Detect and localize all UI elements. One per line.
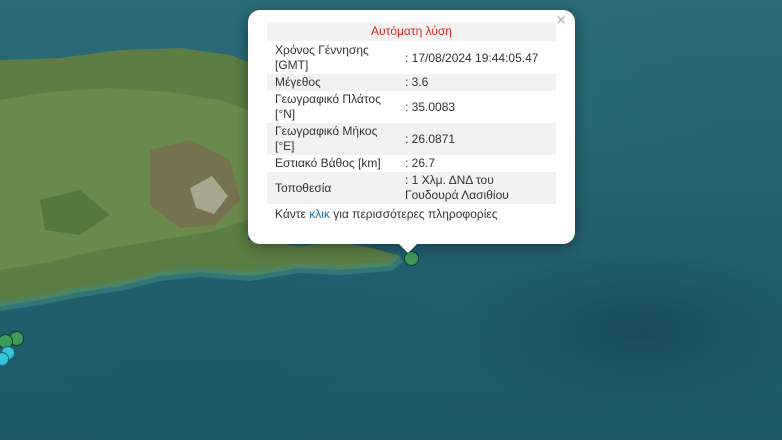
location-label: Τοποθεσία bbox=[267, 172, 405, 204]
more-info-text: Κάντε κλικ για περισσότερες πληροφορίες bbox=[267, 204, 556, 224]
close-icon[interactable]: × bbox=[552, 12, 570, 30]
depth-value: : 26.7 bbox=[405, 156, 436, 170]
more-info-link[interactable]: κλικ bbox=[309, 207, 330, 221]
row-latitude: Γεωγραφικό Πλάτος [°N] : 35.0083 bbox=[267, 91, 556, 123]
magnitude-label: Μέγεθος bbox=[267, 74, 405, 91]
origin-time-label: Χρόνος Γέννησης [GMT] bbox=[275, 43, 369, 72]
longitude-label: Γεωγραφικό Μήκος [°E] bbox=[267, 123, 405, 155]
earthquake-info-popup: × Αυτόματη λύση Χρόνος Γέννησης [GMT] : … bbox=[248, 10, 575, 244]
popup-title: Αυτόματη λύση bbox=[267, 22, 556, 41]
row-depth: Εστιακό Βάθος [km] : 26.7 bbox=[267, 155, 556, 172]
row-origin-time: Χρόνος Γέννησης [GMT] : 17/08/2024 19:44… bbox=[267, 42, 556, 74]
latitude-value: : 35.0083 bbox=[405, 99, 456, 114]
location-value: : 1 Χλμ. ΔΝΔ του Γουδουρά Λασιθίου bbox=[405, 172, 556, 204]
latitude-label: Γεωγραφικό Πλάτος [°N] bbox=[275, 92, 381, 121]
popup-pointer bbox=[398, 243, 418, 253]
longitude-value: : 26.0871 bbox=[405, 123, 556, 155]
row-longitude: Γεωγραφικό Μήκος [°E] : 26.0871 bbox=[267, 123, 556, 155]
earthquake-details-table: Χρόνος Γέννησης [GMT] : 17/08/2024 19:44… bbox=[267, 42, 556, 204]
row-magnitude: Μέγεθος : 3.6 bbox=[267, 74, 556, 91]
magnitude-value: : 3.6 bbox=[405, 74, 556, 91]
more-info-suffix: για περισσότερες πληροφορίες bbox=[329, 207, 498, 221]
row-location: Τοποθεσία : 1 Χλμ. ΔΝΔ του Γουδουρά Λασι… bbox=[267, 172, 556, 204]
depth-label: Εστιακό Βάθος [km] bbox=[275, 156, 381, 170]
origin-time-value: : 17/08/2024 19:44:05.47 bbox=[405, 50, 539, 65]
earthquake-marker-icon[interactable] bbox=[404, 251, 419, 266]
more-info-prefix: Κάντε bbox=[275, 207, 310, 221]
